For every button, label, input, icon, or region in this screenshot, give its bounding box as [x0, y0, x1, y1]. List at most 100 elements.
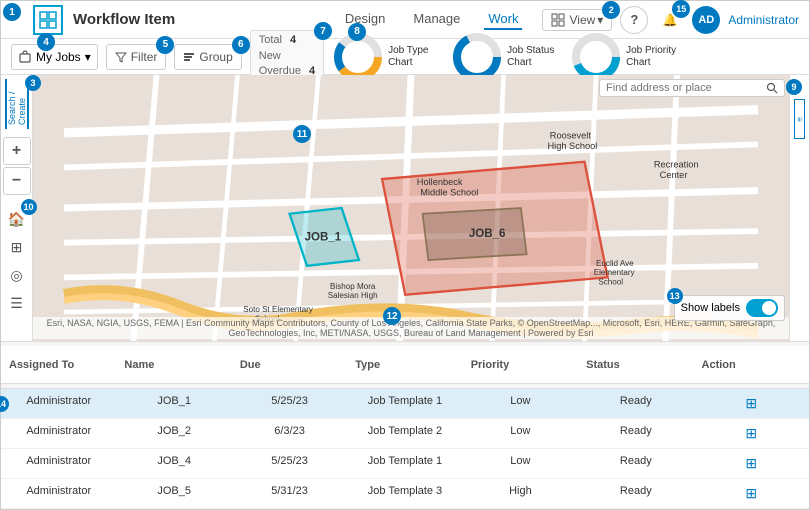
cell-name-1: JOB_1: [116, 393, 231, 414]
nav-manage[interactable]: Manage: [409, 9, 464, 30]
map-area: Hollenbeck Middle School Roosevelt High …: [33, 75, 789, 341]
show-labels-text: Show labels: [681, 302, 740, 314]
cell-due-4: 5/31/23: [232, 483, 347, 504]
cell-status-4: Ready: [578, 483, 693, 504]
cell-priority-2: Low: [463, 423, 578, 444]
total-value: 4: [290, 33, 296, 48]
header-actions: 2 View ▾ ? 15 🔔: [542, 6, 799, 34]
col-priority: Priority: [463, 346, 578, 384]
menu-btn[interactable]: ☰: [3, 289, 31, 317]
callout-10: 10: [21, 199, 37, 215]
briefcase-icon: [18, 50, 32, 64]
help-button[interactable]: ?: [620, 6, 648, 34]
group-icon: [183, 51, 195, 63]
cell-priority-4: High: [463, 483, 578, 504]
cell-action-4[interactable]: ⊞: [694, 483, 809, 504]
my-jobs-label: My Jobs: [36, 50, 81, 64]
svg-text:Euclid Ave: Euclid Ave: [596, 259, 634, 268]
map-search-input[interactable]: [606, 82, 766, 94]
cell-action-1[interactable]: ⊞: [694, 393, 809, 414]
right-panel-label[interactable]: ≡: [794, 99, 805, 139]
cell-action-3[interactable]: ⊞: [694, 453, 809, 474]
cell-assigned-2: Administrator: [1, 423, 116, 444]
svg-text:Salesian High: Salesian High: [328, 291, 378, 300]
svg-text:Bishop Mora: Bishop Mora: [330, 282, 376, 291]
table-row: Administrator JOB_2 6/3/23 Job Template …: [1, 419, 809, 449]
cell-priority-1: Low: [463, 393, 578, 414]
svg-text:Hollenbeck: Hollenbeck: [417, 177, 463, 187]
user-name[interactable]: Administrator: [728, 13, 799, 27]
map-search[interactable]: [599, 79, 785, 97]
cell-assigned-4: Administrator: [1, 483, 116, 504]
cell-due-2: 6/3/23: [232, 423, 347, 444]
svg-text:JOB_1: JOB_1: [305, 231, 342, 243]
col-action: Action: [694, 346, 809, 384]
dropdown-arrow: ▾: [85, 50, 91, 64]
filter-label: Filter: [131, 50, 158, 64]
table-row: Administrator JOB_4 5/25/23 Job Template…: [1, 449, 809, 479]
zoom-in-btn[interactable]: +: [3, 137, 31, 165]
svg-text:Elementary: Elementary: [594, 268, 636, 277]
cell-assigned-1: Administrator: [1, 393, 116, 414]
cell-name-2: JOB_2: [116, 423, 231, 444]
job-status-chart-label: Job Status Chart: [507, 45, 562, 69]
callout-6: 6: [232, 36, 250, 54]
toggle-knob: [762, 301, 776, 315]
job-type-chart-label: Job Type Chart: [388, 45, 443, 69]
cell-status-2: Ready: [578, 423, 693, 444]
table-header: Assigned To Name Due Type Priority Statu…: [1, 342, 809, 389]
cell-due-1: 5/25/23: [232, 393, 347, 414]
cell-type-3: Job Template 1: [347, 453, 462, 474]
cell-status-3: Ready: [578, 453, 693, 474]
locate-btn[interactable]: ◎: [3, 261, 31, 289]
svg-text:JOB_6: JOB_6: [469, 228, 506, 240]
jobs-table: Assigned To Name Due Type Priority Statu…: [1, 341, 809, 509]
col-assigned: Assigned To: [1, 346, 116, 384]
cell-name-4: JOB_5: [116, 483, 231, 504]
svg-text:Soto St Elementary: Soto St Elementary: [243, 305, 314, 314]
cell-status-1: Ready: [578, 393, 693, 414]
show-labels-toggle[interactable]: [746, 299, 778, 317]
job-priority-chart-label: Job Priority Chart: [626, 45, 686, 69]
cell-type-4: Job Template 3: [347, 483, 462, 504]
callout-2: 2: [602, 1, 620, 19]
nav-work[interactable]: Work: [484, 9, 522, 30]
col-due: Due: [232, 346, 347, 384]
search-icon: [766, 82, 778, 94]
callout-3: 3: [25, 75, 41, 91]
callout-11: 11: [293, 125, 311, 143]
svg-text:Center: Center: [660, 170, 688, 180]
cell-assigned-3: Administrator: [1, 453, 116, 474]
group-label: Group: [199, 50, 232, 64]
total-label: Total: [259, 33, 282, 48]
svg-text:Roosevelt: Roosevelt: [550, 131, 592, 141]
my-jobs-dropdown[interactable]: My Jobs ▾: [11, 44, 98, 70]
cell-priority-3: Low: [463, 453, 578, 474]
filter-icon: [115, 51, 127, 63]
callout-15: 15: [672, 0, 690, 18]
col-status: Status: [578, 346, 693, 384]
cell-type-2: Job Template 2: [347, 423, 462, 444]
cell-action-2[interactable]: ⊞: [694, 423, 809, 444]
svg-text:Middle School: Middle School: [420, 187, 478, 197]
cell-name-3: JOB_4: [116, 453, 231, 474]
right-sidebar: 9 ≡: [789, 75, 809, 341]
new-label: New: [259, 49, 281, 64]
left-sidebar: 3 Search / Create + − 10 🏠 ⊞ ◎ ☰: [1, 75, 33, 341]
svg-text:School: School: [598, 277, 623, 286]
svg-text:High School: High School: [547, 141, 597, 151]
callout-8: 8: [348, 23, 366, 41]
callout-12: 12: [383, 307, 401, 325]
callout-9: 9: [786, 79, 802, 95]
zoom-out-btn[interactable]: −: [3, 167, 31, 195]
view-label: View: [569, 13, 595, 27]
table-row: Administrator JOB_5 5/31/23 Job Template…: [1, 479, 809, 509]
callout-5: 5: [156, 36, 174, 54]
col-name: Name: [116, 346, 231, 384]
callout-4: 4: [37, 33, 55, 51]
app-title: Workflow Item: [73, 11, 175, 28]
main-nav: Design Manage Work: [341, 9, 523, 30]
callout-13: 13: [667, 288, 683, 304]
layers-btn[interactable]: ⊞: [3, 233, 31, 261]
cell-due-3: 5/25/23: [232, 453, 347, 474]
